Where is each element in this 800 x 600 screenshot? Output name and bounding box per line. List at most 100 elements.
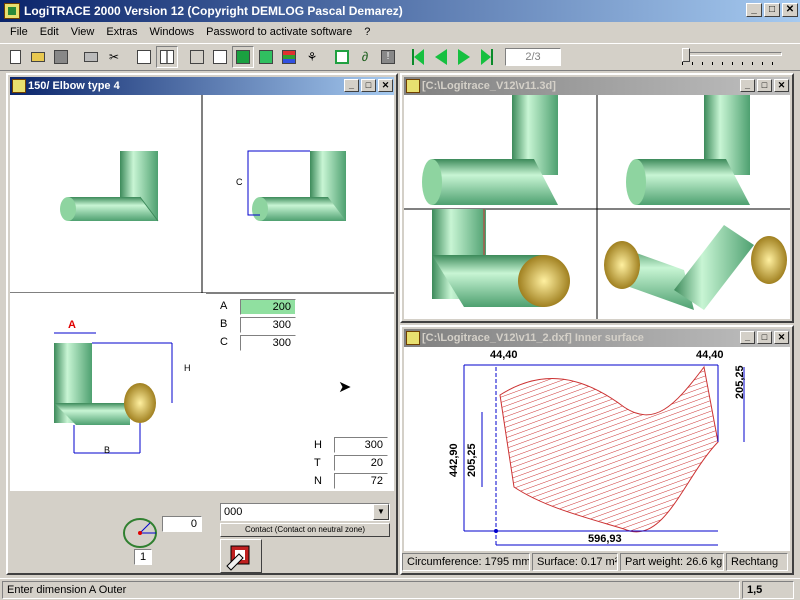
- chevron-down-icon[interactable]: ▼: [373, 504, 389, 520]
- dimension-h-label: H: [184, 363, 191, 373]
- first-page-icon[interactable]: [407, 46, 429, 68]
- wireframe-cube-icon[interactable]: [186, 46, 208, 68]
- dim-left-inner: 205,25: [466, 443, 478, 477]
- dim-left-outer: 442,90: [448, 443, 460, 477]
- surface-maximize-button[interactable]: □: [757, 331, 772, 344]
- elbow-maximize-button[interactable]: □: [361, 79, 376, 92]
- elbow-front-view: [60, 151, 159, 222]
- param-n-label: N: [314, 475, 322, 487]
- green-cube-icon[interactable]: [255, 46, 277, 68]
- surface-info-bar: Circumference: 1795 mm Surface: 0.17 m² …: [402, 553, 792, 573]
- menu-bar: File Edit View Extras Windows Password t…: [0, 22, 800, 42]
- grid-view-icon[interactable]: [156, 46, 178, 68]
- menu-help[interactable]: ?: [358, 26, 376, 38]
- menu-view[interactable]: View: [65, 26, 101, 38]
- window-icon: [12, 79, 26, 93]
- dim-right: 205,25: [734, 365, 746, 399]
- print-icon[interactable]: [80, 46, 102, 68]
- next-page-icon[interactable]: [453, 46, 475, 68]
- mouse-cursor-icon: ➤: [338, 379, 352, 396]
- surface-window-title[interactable]: [C:\Logitrace_V12\v11_2.dxf] Inner surfa…: [404, 329, 790, 347]
- shaded-cube-icon[interactable]: [232, 46, 254, 68]
- paint-bucket-icon: [226, 545, 250, 571]
- surface-minimize-button[interactable]: _: [740, 331, 755, 344]
- contact-combo[interactable]: 000 ▼: [220, 503, 390, 521]
- view3d-close-button[interactable]: ✕: [774, 79, 789, 92]
- surface-svg: [463, 364, 745, 547]
- last-page-icon[interactable]: [476, 46, 498, 68]
- curve-icon[interactable]: ∂: [354, 46, 376, 68]
- elbow-3d-view-4: [604, 225, 787, 310]
- dim-a-field[interactable]: 200: [240, 299, 296, 315]
- view3d-canvas[interactable]: [404, 95, 790, 319]
- surface-info: Surface: 0.17 m²: [532, 553, 618, 571]
- dimension-c-label: C: [236, 177, 243, 187]
- cube-icon[interactable]: [209, 46, 231, 68]
- dim-top-left: 44,40: [490, 349, 518, 361]
- slider-thumb[interactable]: [682, 48, 690, 62]
- view3d-window-title[interactable]: [C:\Logitrace_V12\v11.3d] _ □ ✕: [404, 77, 790, 95]
- tree-icon[interactable]: ⚘: [301, 46, 323, 68]
- elbow-minimize-button[interactable]: _: [344, 79, 359, 92]
- contact-button[interactable]: Contact (Contact on neutral zone): [220, 523, 390, 537]
- close-button[interactable]: ✕: [782, 3, 798, 17]
- dimension-a-label: A: [68, 319, 76, 331]
- page-indicator: 2/3: [505, 48, 561, 66]
- angle-dial-icon[interactable]: [122, 515, 162, 551]
- param-n-field[interactable]: 72: [334, 473, 388, 489]
- dim-top-right: 44,40: [696, 349, 724, 361]
- shape-info: Rechtang: [726, 553, 788, 571]
- elbow-window: 150/ Elbow type 4 _ □ ✕ C A H B A 200 B …: [6, 73, 398, 575]
- app-title-bar: LogiTRACE 2000 Version 12 (Copyright DEM…: [0, 0, 800, 22]
- page-view-icon[interactable]: [133, 46, 155, 68]
- view3d-window: [C:\Logitrace_V12\v11.3d] _ □ ✕: [400, 73, 794, 323]
- param-h-label: H: [314, 439, 322, 451]
- elbow-close-button[interactable]: ✕: [378, 79, 393, 92]
- dim-b-label: B: [220, 318, 228, 330]
- elbow-window-title[interactable]: 150/ Elbow type 4 _ □ ✕: [10, 77, 394, 95]
- save-icon[interactable]: [50, 46, 72, 68]
- surface-window: [C:\Logitrace_V12\v11_2.dxf] Inner surfa…: [400, 325, 794, 575]
- info-icon[interactable]: !: [377, 46, 399, 68]
- param-t-field[interactable]: 20: [334, 455, 388, 471]
- minimize-button[interactable]: _: [746, 3, 762, 17]
- view3d-svg: [404, 95, 790, 319]
- param-h-field[interactable]: 300: [334, 437, 388, 453]
- elbow-3d-view-3: [432, 209, 570, 307]
- dim-c-field[interactable]: 300: [240, 335, 296, 351]
- app-title: LogiTRACE 2000 Version 12 (Copyright DEM…: [24, 4, 403, 18]
- cut-icon[interactable]: ✂: [103, 46, 125, 68]
- elbow-3d-view-2: [626, 95, 750, 205]
- colors-icon[interactable]: [278, 46, 300, 68]
- frame-icon[interactable]: [331, 46, 353, 68]
- elbow-top-view-canvas[interactable]: A H B: [10, 293, 206, 491]
- window-icon: [406, 331, 420, 345]
- window-icon: [406, 79, 420, 93]
- menu-file[interactable]: File: [4, 26, 34, 38]
- surface-canvas[interactable]: 44,40 44,40 205,25 442,90 205,25 596,93: [404, 347, 790, 551]
- view3d-minimize-button[interactable]: _: [740, 79, 755, 92]
- angle-index-field[interactable]: 1: [134, 549, 152, 565]
- dim-b-field[interactable]: 300: [240, 317, 296, 333]
- maximize-button[interactable]: □: [764, 3, 780, 17]
- menu-edit[interactable]: Edit: [34, 26, 65, 38]
- open-folder-icon[interactable]: [27, 46, 49, 68]
- zoom-slider[interactable]: [680, 48, 784, 66]
- dim-a-label: A: [220, 300, 228, 312]
- elbow-side-view: [247, 150, 346, 221]
- paint-tool-button[interactable]: [220, 539, 262, 573]
- circumference-info: Circumference: 1795 mm: [402, 553, 530, 571]
- angle-field[interactable]: 0: [162, 516, 202, 532]
- param-t-label: T: [314, 457, 321, 469]
- surface-close-button[interactable]: ✕: [774, 331, 789, 344]
- view3d-maximize-button[interactable]: □: [757, 79, 772, 92]
- dim-c-label: C: [220, 336, 228, 348]
- new-file-icon[interactable]: [4, 46, 26, 68]
- menu-extras[interactable]: Extras: [100, 26, 143, 38]
- status-message: Enter dimension A Outer: [2, 580, 740, 599]
- dimension-b-label: B: [104, 445, 111, 455]
- status-bar: Enter dimension A Outer 1,5: [0, 578, 800, 600]
- previous-page-icon[interactable]: [430, 46, 452, 68]
- menu-password[interactable]: Password to activate software: [200, 26, 358, 38]
- menu-windows[interactable]: Windows: [144, 26, 201, 38]
